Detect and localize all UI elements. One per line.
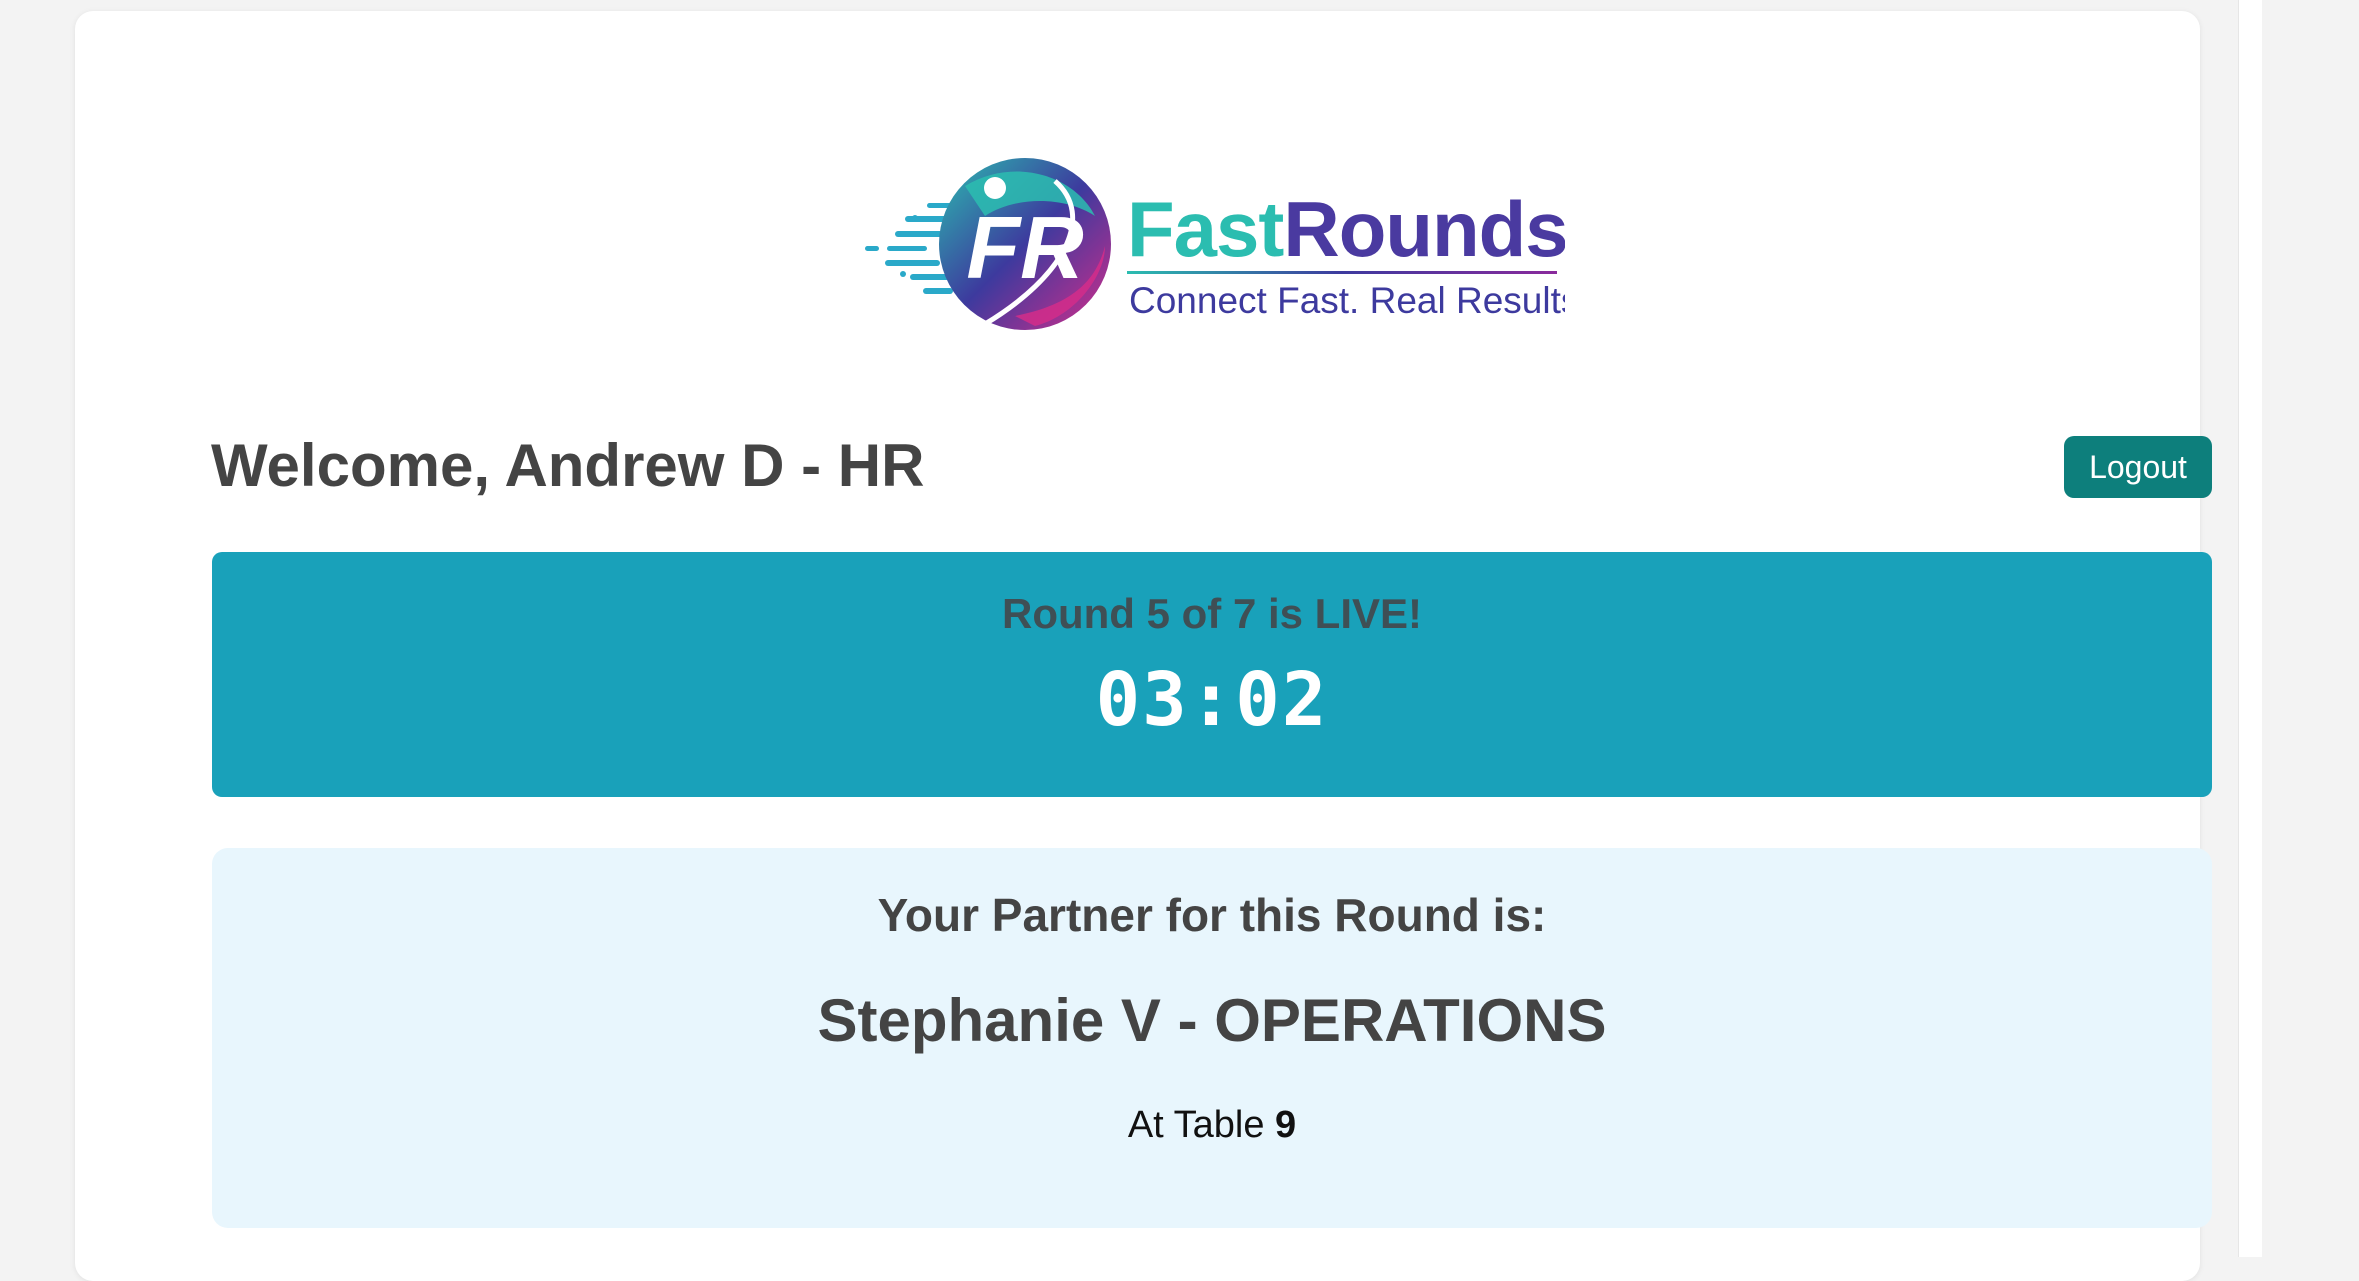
svg-text:FastRounds: FastRounds <box>1127 185 1565 273</box>
brand-name-fast: Fast <box>1127 185 1284 273</box>
brand-name-rounds: Rounds <box>1283 185 1565 273</box>
round-status-banner: Round 5 of 7 is LIVE! 03:02 <box>212 552 2212 797</box>
table-number: 9 <box>1275 1104 1297 1146</box>
main-card: FR FastRounds Connect Fast. Real Results… <box>75 11 2212 1281</box>
table-assignment: At Table 9 <box>212 1104 2212 1147</box>
partner-name: Stephanie V - OPERATIONS <box>817 987 1607 1054</box>
round-status-text: Round 5 of 7 is LIVE! <box>1001 590 1423 637</box>
logout-button[interactable]: Logout <box>2064 436 2212 498</box>
fast-rounds-logo: FR FastRounds Connect Fast. Real Results… <box>865 156 1565 336</box>
partner-panel: Your Partner for this Round is: Stephani… <box>212 848 2212 1228</box>
brand-tagline: Connect Fast. Real Results. <box>1129 280 1565 321</box>
scrollbar-track[interactable] <box>2238 0 2262 1257</box>
round-countdown-timer: 03:02 <box>1095 657 1329 743</box>
table-prefix: At Table <box>1127 1104 1265 1146</box>
logo-monogram: FR <box>966 198 1083 297</box>
welcome-heading: Welcome, Andrew D - HR <box>211 432 925 499</box>
partner-heading: Your Partner for this Round is: <box>877 889 1547 941</box>
fast-rounds-logo-icon: FR FastRounds Connect Fast. Real Results… <box>865 158 1565 330</box>
